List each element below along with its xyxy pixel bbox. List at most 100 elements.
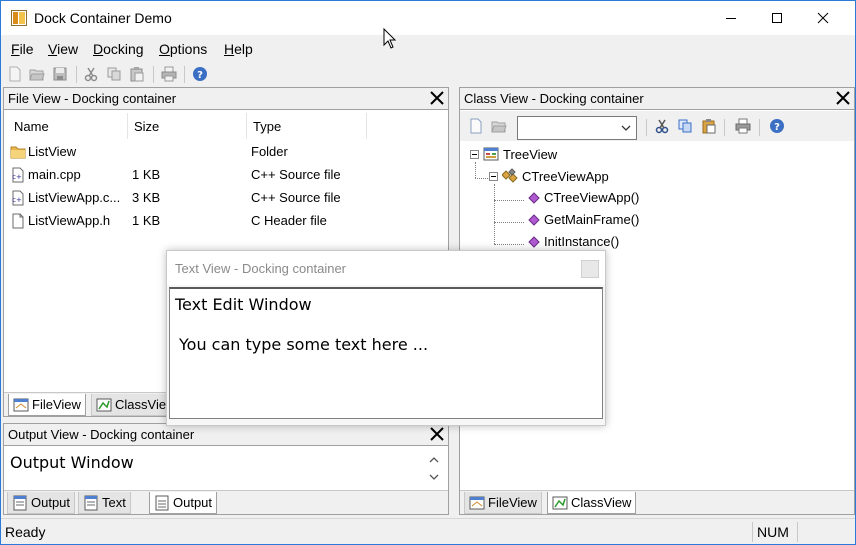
- header-file-icon: [12, 213, 24, 229]
- file-view-caption[interactable]: File View - Docking container: [4, 88, 448, 110]
- file-name: ListViewApp.c...: [28, 190, 121, 205]
- copy-icon[interactable]: [106, 66, 122, 82]
- cut-icon[interactable]: [654, 118, 670, 134]
- minimize-icon: [726, 18, 736, 19]
- tab-output[interactable]: Output: [7, 492, 76, 514]
- cpp-file-icon: c+: [12, 190, 24, 206]
- scroll-up-icon[interactable]: [428, 454, 440, 466]
- menu-help[interactable]: Help: [224, 41, 253, 57]
- tree-node-method[interactable]: InitInstance(): [528, 234, 619, 249]
- column-header-name[interactable]: Name: [8, 113, 128, 139]
- tree-node-method[interactable]: GetMainFrame(): [528, 212, 639, 227]
- open-folder-icon[interactable]: [491, 118, 507, 134]
- menu-view[interactable]: View: [48, 41, 78, 57]
- collapse-icon[interactable]: [489, 171, 498, 181]
- close-icon[interactable]: [428, 89, 446, 107]
- tree-node-class[interactable]: CTreeViewApp: [489, 168, 609, 184]
- method-icon: [528, 235, 540, 248]
- list-item[interactable]: c+ ListViewApp.c... 3 KB C++ Source file: [8, 187, 444, 209]
- tree-connector: [494, 222, 524, 223]
- num-lock-indicator: NUM: [757, 524, 789, 540]
- toolbar-separator: [184, 66, 185, 83]
- tree-connector: [475, 178, 490, 179]
- close-icon[interactable]: [834, 89, 852, 107]
- tab-fileview[interactable]: FileView: [8, 394, 86, 416]
- method-icon: [528, 191, 540, 204]
- menu-options[interactable]: Options: [159, 41, 207, 57]
- close-icon[interactable]: [428, 425, 446, 443]
- list-item[interactable]: c+ main.cpp 1 KB C++ Source file: [8, 164, 444, 186]
- list-item[interactable]: ListView Folder: [8, 141, 444, 163]
- class-view-caption[interactable]: Class View - Docking container: [460, 88, 854, 110]
- toolbar-separator: [724, 119, 725, 136]
- print-icon[interactable]: [735, 118, 751, 134]
- output-view-pane: Output View - Docking container Output W…: [3, 423, 449, 515]
- svg-text:c+: c+: [12, 196, 22, 204]
- status-bar: Ready NUM: [1, 518, 855, 544]
- fileview-tab-icon: [469, 496, 485, 510]
- tree-node-method[interactable]: CTreeViewApp(): [528, 190, 639, 205]
- output-view-tabstrip: Output Text Output: [4, 490, 448, 514]
- main-toolbar: ?: [1, 62, 855, 86]
- new-file-icon[interactable]: [468, 118, 484, 134]
- file-type: C Header file: [251, 213, 327, 228]
- cut-icon[interactable]: [83, 66, 99, 82]
- text-view-floating-window: Text View - Docking container Text Edit …: [166, 250, 606, 426]
- output-tab-icon: [155, 495, 169, 511]
- chevron-down-icon: [621, 125, 631, 131]
- output-view-caption[interactable]: Output View - Docking container: [4, 424, 448, 446]
- tab-fileview[interactable]: FileView: [464, 492, 542, 514]
- text-view-close-button[interactable]: [581, 260, 599, 278]
- output-text[interactable]: Output Window: [10, 453, 134, 472]
- print-icon[interactable]: [161, 66, 177, 82]
- file-type: Folder: [251, 144, 288, 159]
- classview-tab-icon: [96, 398, 112, 412]
- classview-tab-icon: [552, 496, 568, 510]
- project-icon: [483, 147, 499, 161]
- help-icon[interactable]: ?: [769, 118, 785, 134]
- toolbar-separator: [759, 119, 760, 136]
- scroll-down-icon[interactable]: [428, 471, 440, 483]
- save-icon[interactable]: [52, 66, 68, 82]
- menu-docking[interactable]: Docking: [93, 41, 144, 57]
- output-tab-icon: [13, 495, 27, 511]
- main-window: Dock Container Demo File View Docking Op…: [0, 0, 856, 545]
- window-title: Dock Container Demo: [34, 10, 172, 26]
- app-icon: [11, 10, 27, 26]
- toolbar-separator: [76, 66, 77, 83]
- text-edit-area[interactable]: Text Edit Window You can type some text …: [169, 287, 603, 419]
- collapse-icon[interactable]: [470, 149, 479, 159]
- help-icon[interactable]: ?: [192, 66, 208, 82]
- title-bar[interactable]: Dock Container Demo: [1, 1, 855, 35]
- svg-text:c+: c+: [12, 173, 22, 181]
- tree-node-treeview[interactable]: TreeView: [470, 146, 557, 162]
- class-combo-box[interactable]: [517, 116, 637, 140]
- open-folder-icon[interactable]: [29, 66, 45, 82]
- cpp-file-icon: c+: [12, 167, 24, 183]
- menu-file[interactable]: File: [11, 41, 34, 57]
- close-button[interactable]: [800, 1, 846, 35]
- list-item[interactable]: ListViewApp.h 1 KB C Header file: [8, 210, 444, 232]
- tab-classview[interactable]: ClassView: [547, 492, 637, 514]
- maximize-button[interactable]: [754, 1, 800, 35]
- tree-connector: [494, 184, 495, 244]
- mouse-cursor-icon: [383, 28, 397, 49]
- paste-icon[interactable]: [129, 66, 145, 82]
- copy-icon[interactable]: [677, 118, 693, 134]
- tab-text[interactable]: Text: [78, 492, 131, 514]
- paste-icon[interactable]: [701, 118, 717, 134]
- status-separator: [752, 522, 753, 542]
- tab-output-active[interactable]: Output: [149, 492, 218, 514]
- new-file-icon[interactable]: [7, 66, 23, 82]
- method-icon: [528, 213, 540, 226]
- column-header-type[interactable]: Type: [247, 113, 367, 139]
- status-text: Ready: [5, 524, 46, 540]
- file-size: 3 KB: [132, 190, 161, 205]
- fileview-tab-icon: [13, 398, 29, 412]
- file-name: ListViewApp.h: [28, 213, 111, 228]
- text-view-caption[interactable]: Text View - Docking container: [167, 251, 605, 285]
- file-size: 1 KB: [132, 167, 161, 182]
- column-header-size[interactable]: Size: [128, 113, 247, 139]
- minimize-button[interactable]: [708, 1, 754, 35]
- file-name: ListView: [28, 144, 77, 159]
